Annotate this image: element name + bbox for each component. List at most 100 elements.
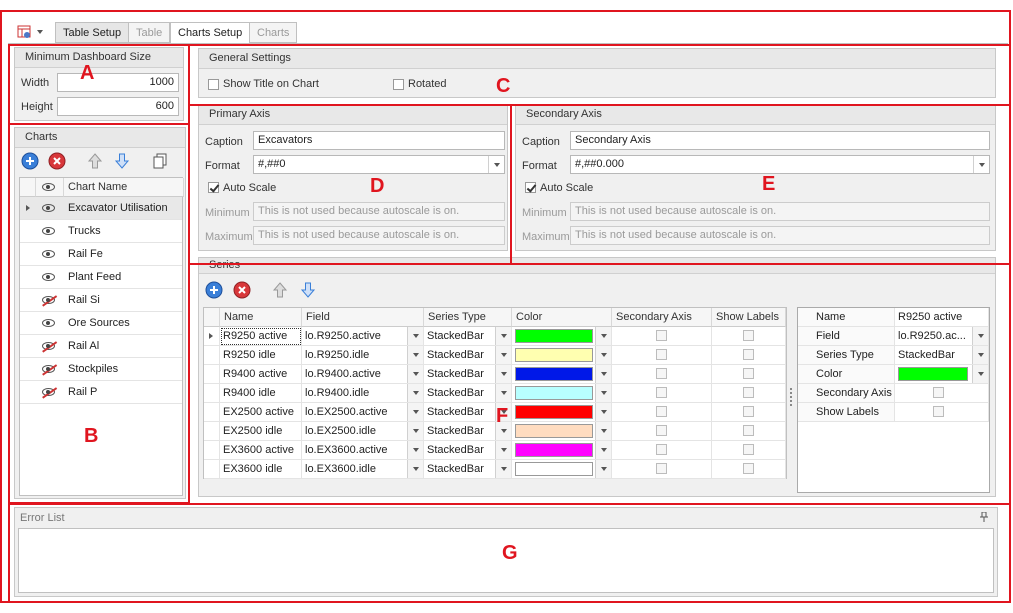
- chart-list-item[interactable]: Ore Sources: [20, 312, 182, 335]
- series-color-cell[interactable]: [512, 403, 612, 422]
- series-type-cell[interactable]: StackedBar: [424, 346, 512, 365]
- series-type-cell[interactable]: StackedBar: [424, 365, 512, 384]
- chart-list-item[interactable]: Stockpiles: [20, 358, 182, 381]
- secondary-format-select[interactable]: #,##0.000: [570, 155, 990, 174]
- property-value-cell[interactable]: lo.R9250.ac...: [895, 327, 989, 346]
- eye-icon[interactable]: [42, 227, 55, 235]
- primary-format-select[interactable]: #,##0: [253, 155, 505, 174]
- series-field-cell[interactable]: lo.R9400.idle: [302, 384, 424, 403]
- chart-list-item[interactable]: Rail Si: [20, 289, 182, 312]
- chart-list-item[interactable]: Plant Feed: [20, 266, 182, 289]
- show-labels-checkbox[interactable]: [743, 406, 754, 417]
- property-checkbox[interactable]: [933, 387, 944, 398]
- chevron-down-icon[interactable]: [488, 156, 504, 173]
- chevron-down-icon[interactable]: [407, 346, 423, 364]
- chevron-down-icon[interactable]: [495, 384, 511, 402]
- series-color-cell[interactable]: [512, 441, 612, 460]
- series-name-cell[interactable]: EX3600 idle: [220, 460, 302, 479]
- series-type-cell[interactable]: StackedBar: [424, 384, 512, 403]
- property-value-cell[interactable]: [895, 365, 989, 384]
- series-name-cell[interactable]: EX3600 active: [220, 441, 302, 460]
- chevron-down-icon[interactable]: [595, 441, 611, 459]
- chevron-down-icon[interactable]: [595, 403, 611, 421]
- eye-icon[interactable]: [42, 319, 55, 327]
- height-input[interactable]: 600: [57, 97, 179, 116]
- chevron-down-icon[interactable]: [407, 422, 423, 440]
- series-color-cell[interactable]: [512, 384, 612, 403]
- secondary-axis-checkbox[interactable]: [656, 330, 667, 341]
- chevron-down-icon[interactable]: [407, 441, 423, 459]
- width-input[interactable]: 1000: [57, 73, 179, 92]
- chevron-down-icon[interactable]: [407, 460, 423, 478]
- chevron-down-icon[interactable]: [595, 384, 611, 402]
- property-value-cell[interactable]: StackedBar: [895, 346, 989, 365]
- chevron-down-icon[interactable]: [595, 346, 611, 364]
- property-value-cell[interactable]: [895, 403, 989, 422]
- eye-hidden-icon[interactable]: [42, 296, 55, 304]
- move-up-button[interactable]: [85, 151, 105, 171]
- secondary-axis-checkbox[interactable]: [656, 368, 667, 379]
- series-row[interactable]: R9400 idle lo.R9400.idle StackedBar: [204, 384, 786, 403]
- chevron-down-icon[interactable]: [972, 346, 988, 364]
- series-field-cell[interactable]: lo.EX3600.active: [302, 441, 424, 460]
- show-title-checkbox[interactable]: [208, 79, 219, 90]
- show-labels-checkbox[interactable]: [743, 368, 754, 379]
- eye-hidden-icon[interactable]: [42, 388, 55, 396]
- chart-list-item[interactable]: Rail Fe: [20, 243, 182, 266]
- secondary-axis-checkbox[interactable]: [656, 387, 667, 398]
- property-value-cell[interactable]: R9250 active: [895, 308, 989, 327]
- series-type-cell[interactable]: StackedBar: [424, 441, 512, 460]
- tab-table-setup[interactable]: Table Setup: [55, 22, 130, 43]
- primary-auto-scale-checkbox[interactable]: [208, 182, 219, 193]
- series-name-cell[interactable]: R9400 active: [220, 365, 302, 384]
- primary-caption-input[interactable]: Excavators: [253, 131, 505, 150]
- primary-maximum-input[interactable]: This is not used because autoscale is on…: [253, 226, 505, 245]
- show-labels-checkbox[interactable]: [743, 330, 754, 341]
- move-down-button[interactable]: [112, 151, 132, 171]
- chart-list-item[interactable]: Rail Al: [20, 335, 182, 358]
- secondary-axis-checkbox[interactable]: [656, 349, 667, 360]
- chevron-down-icon[interactable]: [973, 156, 989, 173]
- eye-icon[interactable]: [42, 250, 55, 258]
- series-name-cell[interactable]: R9250 active: [220, 327, 302, 346]
- show-labels-checkbox[interactable]: [743, 444, 754, 455]
- series-color-cell[interactable]: [512, 346, 612, 365]
- eye-hidden-icon[interactable]: [42, 342, 55, 350]
- series-row[interactable]: EX3600 active lo.EX3600.active StackedBar: [204, 441, 786, 460]
- chevron-down-icon[interactable]: [595, 460, 611, 478]
- series-field-cell[interactable]: lo.EX3600.idle: [302, 460, 424, 479]
- chart-list-item[interactable]: Excavator Utilisation: [20, 197, 182, 220]
- series-row[interactable]: R9400 active lo.R9400.active StackedBar: [204, 365, 786, 384]
- series-row[interactable]: EX2500 idle lo.EX2500.idle StackedBar: [204, 422, 786, 441]
- chevron-down-icon[interactable]: [407, 365, 423, 383]
- series-color-cell[interactable]: [512, 327, 612, 346]
- eye-icon[interactable]: [42, 204, 55, 212]
- tab-charts[interactable]: Charts: [249, 22, 298, 43]
- chevron-down-icon[interactable]: [595, 422, 611, 440]
- view-menu-button[interactable]: [17, 25, 47, 41]
- chart-list-item[interactable]: Trucks: [20, 220, 182, 243]
- series-row[interactable]: EX2500 active lo.EX2500.active StackedBar: [204, 403, 786, 422]
- secondary-axis-checkbox[interactable]: [656, 463, 667, 474]
- chevron-down-icon[interactable]: [495, 346, 511, 364]
- chevron-down-icon[interactable]: [495, 441, 511, 459]
- series-name-cell[interactable]: EX2500 idle: [220, 422, 302, 441]
- eye-hidden-icon[interactable]: [42, 365, 55, 373]
- copy-chart-button[interactable]: [150, 151, 170, 171]
- tab-table[interactable]: Table: [128, 22, 171, 43]
- secondary-axis-checkbox[interactable]: [656, 425, 667, 436]
- secondary-maximum-input[interactable]: This is not used because autoscale is on…: [570, 226, 990, 245]
- property-value-cell[interactable]: [895, 384, 989, 403]
- chevron-down-icon[interactable]: [495, 327, 511, 345]
- series-move-up-button[interactable]: [270, 280, 290, 300]
- series-field-cell[interactable]: lo.R9250.idle: [302, 346, 424, 365]
- show-labels-checkbox[interactable]: [743, 463, 754, 474]
- series-type-cell[interactable]: StackedBar: [424, 327, 512, 346]
- chevron-down-icon[interactable]: [495, 460, 511, 478]
- series-field-cell[interactable]: lo.R9250.active: [302, 327, 424, 346]
- chevron-down-icon[interactable]: [595, 365, 611, 383]
- show-labels-checkbox[interactable]: [743, 349, 754, 360]
- secondary-auto-scale-checkbox[interactable]: [525, 182, 536, 193]
- add-series-button[interactable]: [204, 280, 224, 300]
- series-row[interactable]: R9250 active lo.R9250.active StackedBar: [204, 327, 786, 346]
